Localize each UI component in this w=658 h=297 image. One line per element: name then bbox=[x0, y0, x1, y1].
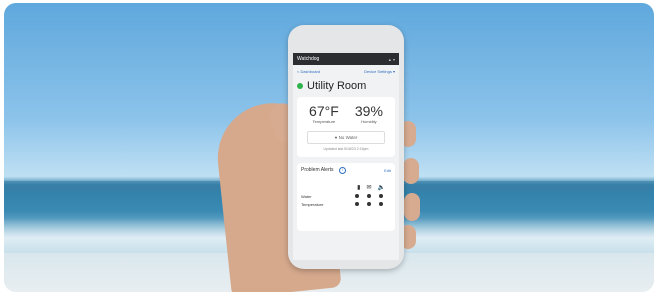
temperature-stat: 67°F Temperature bbox=[309, 103, 339, 124]
finger bbox=[404, 193, 420, 221]
humidity-stat: 39% Humidity bbox=[355, 103, 383, 124]
speaker-icon: 🔈 bbox=[377, 185, 385, 191]
alert-row-water: Water bbox=[301, 194, 391, 199]
user-menu[interactable]: ▲ ▾ bbox=[388, 57, 395, 62]
phone-screen: Watchdog ▲ ▾ < Dashboard Device Settings… bbox=[293, 53, 399, 260]
toggle-dot[interactable] bbox=[355, 202, 359, 206]
water-status-label: No Water bbox=[338, 135, 358, 140]
phone-icon: ▮ bbox=[357, 185, 361, 191]
water-drop-icon: ● bbox=[334, 135, 338, 140]
toggle-dot[interactable] bbox=[379, 194, 383, 198]
problem-alerts-card: Problem Alerts i Edit ▮ ✉ 🔈 Water Temper… bbox=[297, 163, 395, 231]
device-title: Utility Room bbox=[307, 80, 367, 92]
toggle-dot[interactable] bbox=[367, 194, 371, 198]
toggle-dot[interactable] bbox=[355, 194, 359, 198]
temperature-value: 67°F bbox=[309, 103, 339, 119]
water-status: ● No Water bbox=[307, 131, 385, 144]
toggle-dot[interactable] bbox=[367, 202, 371, 206]
alert-row-label: Temperature bbox=[301, 202, 324, 207]
toggle-dot[interactable] bbox=[379, 202, 383, 206]
nav-row: < Dashboard Device Settings ▾ bbox=[293, 65, 399, 74]
back-link[interactable]: < Dashboard bbox=[297, 69, 320, 74]
problem-alerts-title: Problem Alerts bbox=[301, 167, 334, 173]
finger bbox=[403, 158, 419, 184]
edit-alerts-link[interactable]: Edit bbox=[384, 168, 391, 173]
status-dot bbox=[297, 83, 303, 89]
alert-channel-icons: ▮ ✉ 🔈 bbox=[301, 174, 391, 191]
beach-photo: Watchdog ▲ ▾ < Dashboard Device Settings… bbox=[4, 3, 654, 292]
updated-timestamp: Updated last 5/18/23 2:15pm bbox=[323, 147, 369, 151]
app-topbar: Watchdog ▲ ▾ bbox=[293, 53, 399, 65]
humidity-label: Humidity bbox=[361, 119, 377, 124]
humidity-value: 39% bbox=[354, 103, 383, 119]
phone: Watchdog ▲ ▾ < Dashboard Device Settings… bbox=[288, 25, 404, 269]
device-settings-link[interactable]: Device Settings ▾ bbox=[364, 69, 395, 74]
brand: Watchdog bbox=[297, 56, 320, 62]
device-title-row: Utility Room bbox=[293, 74, 399, 92]
alert-row-temperature: Temperature bbox=[301, 202, 391, 207]
alert-row-label: Water bbox=[301, 194, 312, 199]
readings-card: 67°F Temperature 39% Humidity ● No Water… bbox=[297, 97, 395, 157]
info-icon[interactable]: i bbox=[338, 167, 346, 174]
temperature-label: Temperature bbox=[312, 119, 336, 124]
mail-icon: ✉ bbox=[366, 185, 372, 191]
